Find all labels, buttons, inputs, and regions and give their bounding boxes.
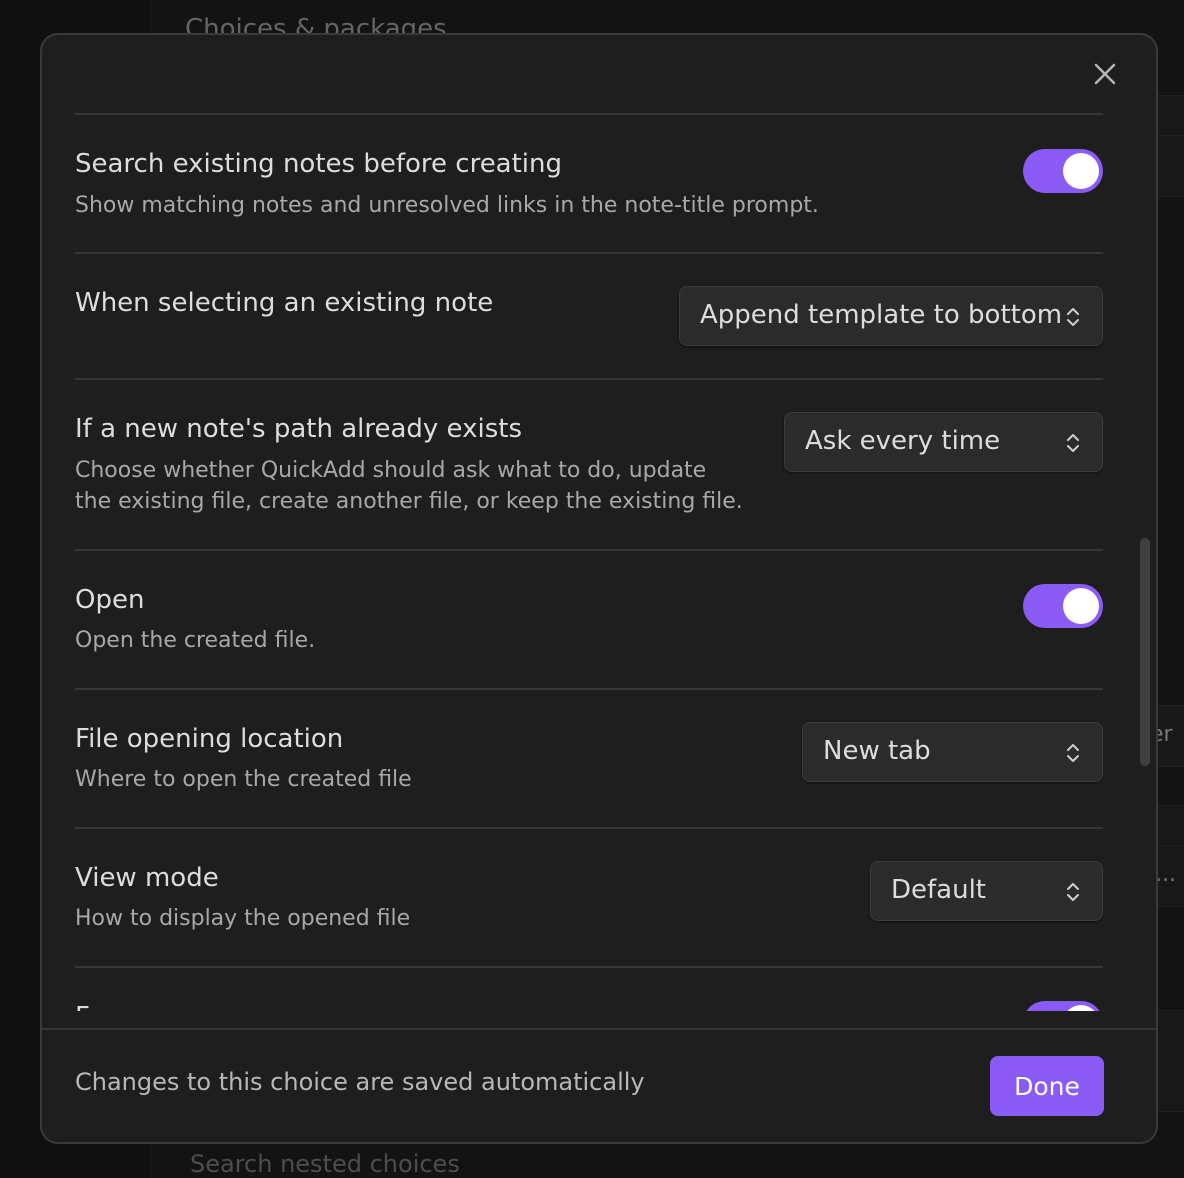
setting-partially-visible: F [75,966,1103,1011]
setting-description-line: Choose whether QuickAdd should ask what … [75,458,707,483]
toggle-knob [1063,153,1099,189]
select-value: Ask every time [805,426,1001,456]
setting-description: Where to open the created file [75,767,412,792]
setting-path-already-exists: If a new note's path already exists Choo… [75,378,1103,550]
chevron-up-down-icon [1067,434,1079,452]
setting-description: Open the created file. [75,628,316,653]
setting-description: Show matching notes and unresolved links… [75,193,819,218]
setting-name: View mode [75,863,219,893]
setting-name: Open [75,585,145,615]
toggle-knob [1063,1005,1099,1011]
done-button[interactable]: Done [990,1056,1104,1116]
setting-file-opening-location: File opening location Where to open the … [75,688,1103,828]
setting-description: How to display the opened file [75,906,411,931]
chevron-up-down-icon [1067,744,1079,762]
path-exists-behavior-select[interactable]: Ask every time [784,412,1103,472]
close-button[interactable] [1088,57,1122,91]
select-value: Default [891,875,986,905]
scrollbar-thumb[interactable] [1140,538,1150,766]
choice-settings-modal: Search existing notes before creating Sh… [40,33,1158,1144]
settings-scroll-area[interactable]: Search existing notes before creating Sh… [75,113,1103,1011]
view-mode-select[interactable]: Default [870,861,1103,921]
autosave-notice: Changes to this choice are saved automat… [75,1068,645,1096]
existing-note-behavior-select[interactable]: Append template to bottom [679,286,1103,346]
setting-name: If a new note's path already exists [75,414,522,444]
setting-name: Search existing notes before creating [75,149,563,179]
partially-visible-toggle[interactable] [1023,1001,1103,1011]
select-value: Append template to bottom [700,300,1063,330]
setting-name: When selecting an existing note [75,288,494,318]
modal-footer: Changes to this choice are saved automat… [42,1028,1156,1142]
search-existing-notes-toggle[interactable] [1023,149,1103,193]
select-value: New tab [823,736,931,766]
toggle-knob [1063,588,1099,624]
setting-search-existing-notes: Search existing notes before creating Sh… [75,113,1103,253]
setting-open: Open Open the created file. [75,549,1103,689]
chevron-up-down-icon [1067,883,1079,901]
setting-view-mode: View mode How to display the opened file… [75,827,1103,967]
close-icon [1094,63,1116,85]
open-file-toggle[interactable] [1023,584,1103,628]
chevron-up-down-icon [1067,308,1079,326]
setting-name: File opening location [75,724,344,754]
setting-name: F [75,1002,90,1011]
setting-when-selecting-existing-note: When selecting an existing note Append t… [75,252,1103,379]
setting-description-line: the existing file, create another file, … [75,489,743,514]
file-opening-location-select[interactable]: New tab [802,722,1103,782]
